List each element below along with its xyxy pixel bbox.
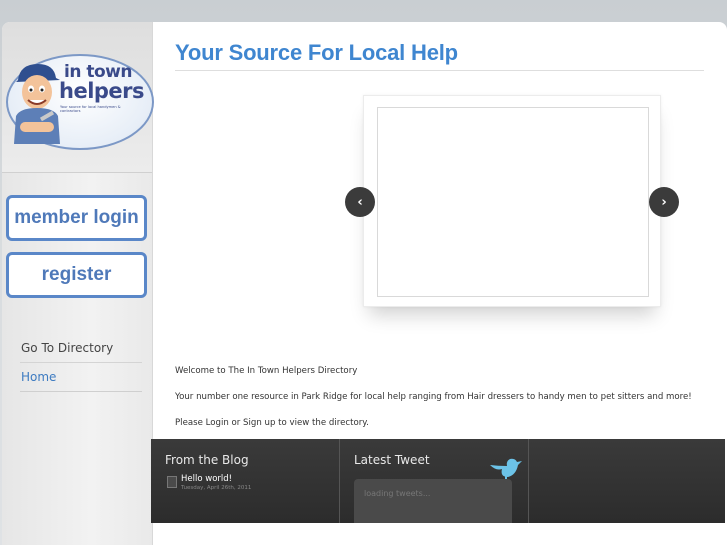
sidebar-item-go-to-directory[interactable]: Go To Directory [20, 334, 142, 363]
tweet-status: loading tweets... [364, 489, 431, 498]
slider-image [377, 107, 649, 297]
welcome-text: Welcome to The In Town Helpers Directory [175, 366, 358, 376]
footer-empty-panel [529, 439, 725, 523]
blog-panel: From the Blog Hello world! Tuesday, Apri… [151, 439, 340, 523]
footer-panels: From the Blog Hello world! Tuesday, Apri… [151, 439, 725, 523]
chevron-right-icon: › [661, 194, 667, 210]
title-divider [175, 70, 704, 71]
tweet-heading: Latest Tweet [354, 453, 430, 467]
tweet-panel: Latest Tweet loading tweets... [340, 439, 529, 523]
register-button[interactable]: register [6, 252, 147, 298]
blog-post-link[interactable]: Hello world! [181, 474, 232, 484]
sidebar-item-home[interactable]: Home [20, 363, 142, 392]
slider-next-button[interactable]: › [649, 187, 679, 217]
blog-heading: From the Blog [165, 453, 249, 467]
chevron-left-icon: ‹ [357, 194, 363, 210]
logo-tagline: Your source for local handymen & contrac… [60, 105, 121, 113]
image-slider [363, 95, 661, 307]
page-title: Your Source For Local Help [175, 40, 458, 65]
tweet-box: loading tweets... [354, 479, 512, 523]
member-login-button[interactable]: member login [6, 195, 147, 241]
handyman-mascot-icon [14, 64, 60, 144]
slider-prev-button[interactable]: ‹ [345, 187, 375, 217]
description-text: Your number one resource in Park Ridge f… [175, 392, 692, 402]
sidebar-nav: Go To Directory Home [20, 334, 142, 392]
blog-post-date: Tuesday, April 26th, 2011 [181, 485, 252, 491]
document-icon [167, 476, 177, 488]
logo-text-line2: helpers [59, 79, 145, 103]
login-prompt-text: Please Login or Sign up to view the dire… [175, 418, 369, 428]
sidebar: in town helpers Your source for local ha… [2, 22, 154, 545]
logo-area[interactable]: in town helpers Your source for local ha… [2, 22, 154, 173]
